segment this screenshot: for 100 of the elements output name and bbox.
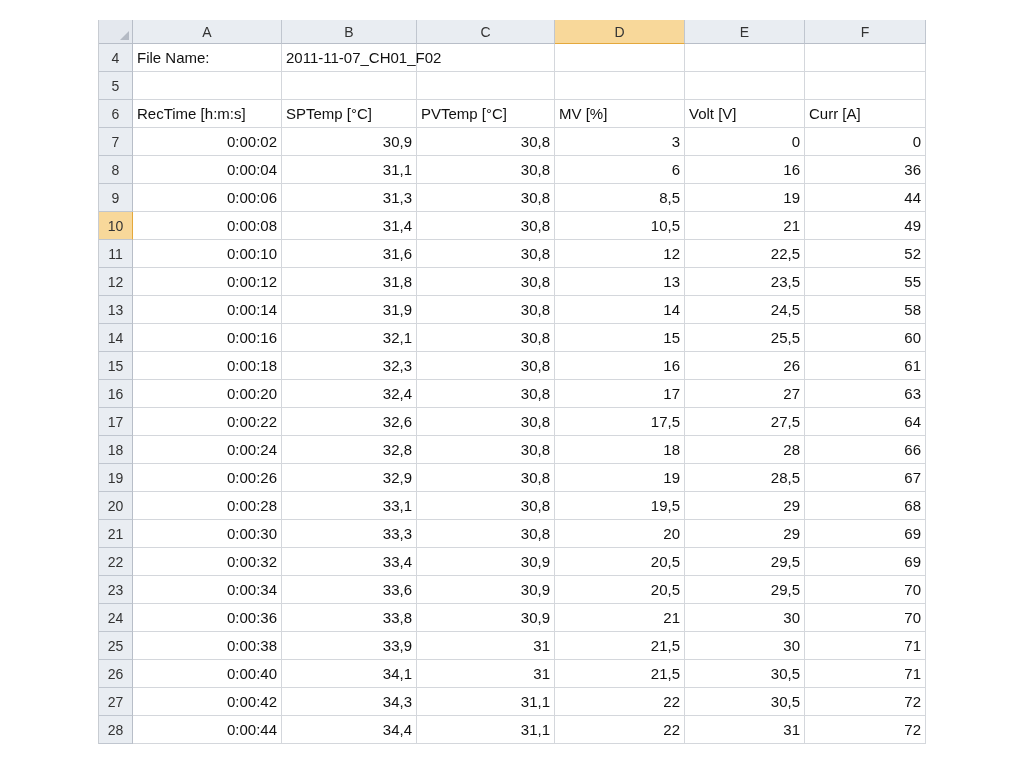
cell-text: 21,5 xyxy=(650,665,680,682)
cell-text: 19,5 xyxy=(650,497,680,514)
cell-text: 31,1 xyxy=(520,721,550,738)
cell-text: 30,8 xyxy=(520,161,550,178)
row-header[interactable]: 28 xyxy=(99,716,133,744)
row-header[interactable]: 4 xyxy=(99,44,133,72)
row-header[interactable]: 26 xyxy=(99,660,133,688)
cell-text: 29 xyxy=(783,525,800,542)
cell-text: 18 xyxy=(663,441,680,458)
cell-text: 30,9 xyxy=(520,553,550,570)
cell-text: 0 xyxy=(912,133,921,150)
cell-text: 0:00:24 xyxy=(226,441,277,458)
row-header[interactable]: 13 xyxy=(99,296,133,324)
cell-text: 31 xyxy=(533,665,550,682)
cell-text: 30,8 xyxy=(520,385,550,402)
row-header[interactable]: 7 xyxy=(99,128,133,156)
cell-text: 34,4 xyxy=(382,721,412,738)
cell-text: 49 xyxy=(904,217,921,234)
cell-text: 16 xyxy=(783,161,800,178)
cell-text: 22 xyxy=(663,721,680,738)
cell-text: 60 xyxy=(904,329,921,346)
empty-cell[interactable] xyxy=(555,44,685,72)
empty-cell[interactable] xyxy=(805,72,926,100)
row-header[interactable]: 8 xyxy=(99,156,133,184)
cell-text: 31,1 xyxy=(520,693,550,710)
cell-text: 30,9 xyxy=(520,609,550,626)
cell-text: 71 xyxy=(904,637,921,654)
row-header[interactable]: 16 xyxy=(99,380,133,408)
cell-text: 34,3 xyxy=(382,693,412,710)
empty-cell[interactable] xyxy=(417,72,555,100)
cell-text: 17 xyxy=(663,385,680,402)
cell-text: 30,8 xyxy=(520,245,550,262)
column-header[interactable]: E xyxy=(685,20,805,44)
cell-text: 24,5 xyxy=(770,301,800,318)
row-header[interactable]: 5 xyxy=(99,72,133,100)
cell-text: 21,5 xyxy=(650,637,680,654)
cell-text: 13 xyxy=(663,273,680,290)
cell-text: 30,8 xyxy=(520,357,550,374)
cell-text: 17,5 xyxy=(650,413,680,430)
cell-text: 6 xyxy=(671,161,680,178)
cell-text: 26 xyxy=(783,357,800,374)
row-header[interactable]: 10 xyxy=(99,212,133,240)
cell-text: 30,8 xyxy=(520,413,550,430)
row-header[interactable]: 20 xyxy=(99,492,133,520)
cell-text: 0:00:38 xyxy=(226,637,277,654)
cell-text: 70 xyxy=(904,581,921,598)
cell-text: 28 xyxy=(783,441,800,458)
column-header[interactable]: B xyxy=(282,20,417,44)
column-header[interactable]: C xyxy=(417,20,555,44)
empty-cell[interactable] xyxy=(282,72,417,100)
row-header[interactable]: 12 xyxy=(99,268,133,296)
column-header[interactable]: F xyxy=(805,20,926,44)
row-header[interactable]: 18 xyxy=(99,436,133,464)
cell-text: 55 xyxy=(904,273,921,290)
row-header[interactable]: 24 xyxy=(99,604,133,632)
row-header[interactable]: 19 xyxy=(99,464,133,492)
cell-text: 33,1 xyxy=(382,497,412,514)
row-header[interactable]: 25 xyxy=(99,632,133,660)
empty-cell[interactable] xyxy=(685,44,805,72)
cell-text: 0:00:42 xyxy=(226,693,277,710)
cell-text: 0:00:06 xyxy=(226,189,277,206)
cell-text: 31,4 xyxy=(382,217,412,234)
row-header[interactable]: 27 xyxy=(99,688,133,716)
row-header[interactable]: 22 xyxy=(99,548,133,576)
cell-text: File Name: xyxy=(137,49,210,66)
cell-text: 0 xyxy=(791,133,800,150)
row-header[interactable]: 23 xyxy=(99,576,133,604)
row-header[interactable]: 6 xyxy=(99,100,133,128)
cell-text: 34,1 xyxy=(382,665,412,682)
empty-cell[interactable] xyxy=(685,72,805,100)
cell-text: 31,1 xyxy=(382,161,412,178)
cell-text: 0:00:36 xyxy=(226,609,277,626)
empty-cell[interactable] xyxy=(555,72,685,100)
cell-text: 31,6 xyxy=(382,245,412,262)
column-header[interactable]: D xyxy=(555,20,685,44)
cell-text: 0:00:28 xyxy=(226,497,277,514)
row-header[interactable]: 17 xyxy=(99,408,133,436)
empty-cell[interactable] xyxy=(805,44,926,72)
cell-text: 20,5 xyxy=(650,553,680,570)
row-header[interactable]: 9 xyxy=(99,184,133,212)
row-header[interactable]: 21 xyxy=(99,520,133,548)
row-header[interactable]: 14 xyxy=(99,324,133,352)
cell-text: 30,5 xyxy=(770,665,800,682)
select-all-corner[interactable] xyxy=(99,20,133,44)
cell-text: 21 xyxy=(783,217,800,234)
column-header[interactable]: A xyxy=(133,20,282,44)
cell-text: 30,8 xyxy=(520,441,550,458)
cell-text: 29 xyxy=(783,497,800,514)
cell-text: 0:00:02 xyxy=(226,133,277,150)
row-header[interactable]: 11 xyxy=(99,240,133,268)
cell-text: 0:00:40 xyxy=(226,665,277,682)
cell-text: 70 xyxy=(904,609,921,626)
cell-text: 0:00:16 xyxy=(226,329,277,346)
cell-text: RecTime [h:m:s] xyxy=(137,105,246,122)
cell-text: 58 xyxy=(904,301,921,318)
cell-text: 28,5 xyxy=(770,469,800,486)
cell-text: 30,8 xyxy=(520,469,550,486)
cell-text: 32,6 xyxy=(382,413,412,430)
row-header[interactable]: 15 xyxy=(99,352,133,380)
cell-text: 44 xyxy=(904,189,921,206)
